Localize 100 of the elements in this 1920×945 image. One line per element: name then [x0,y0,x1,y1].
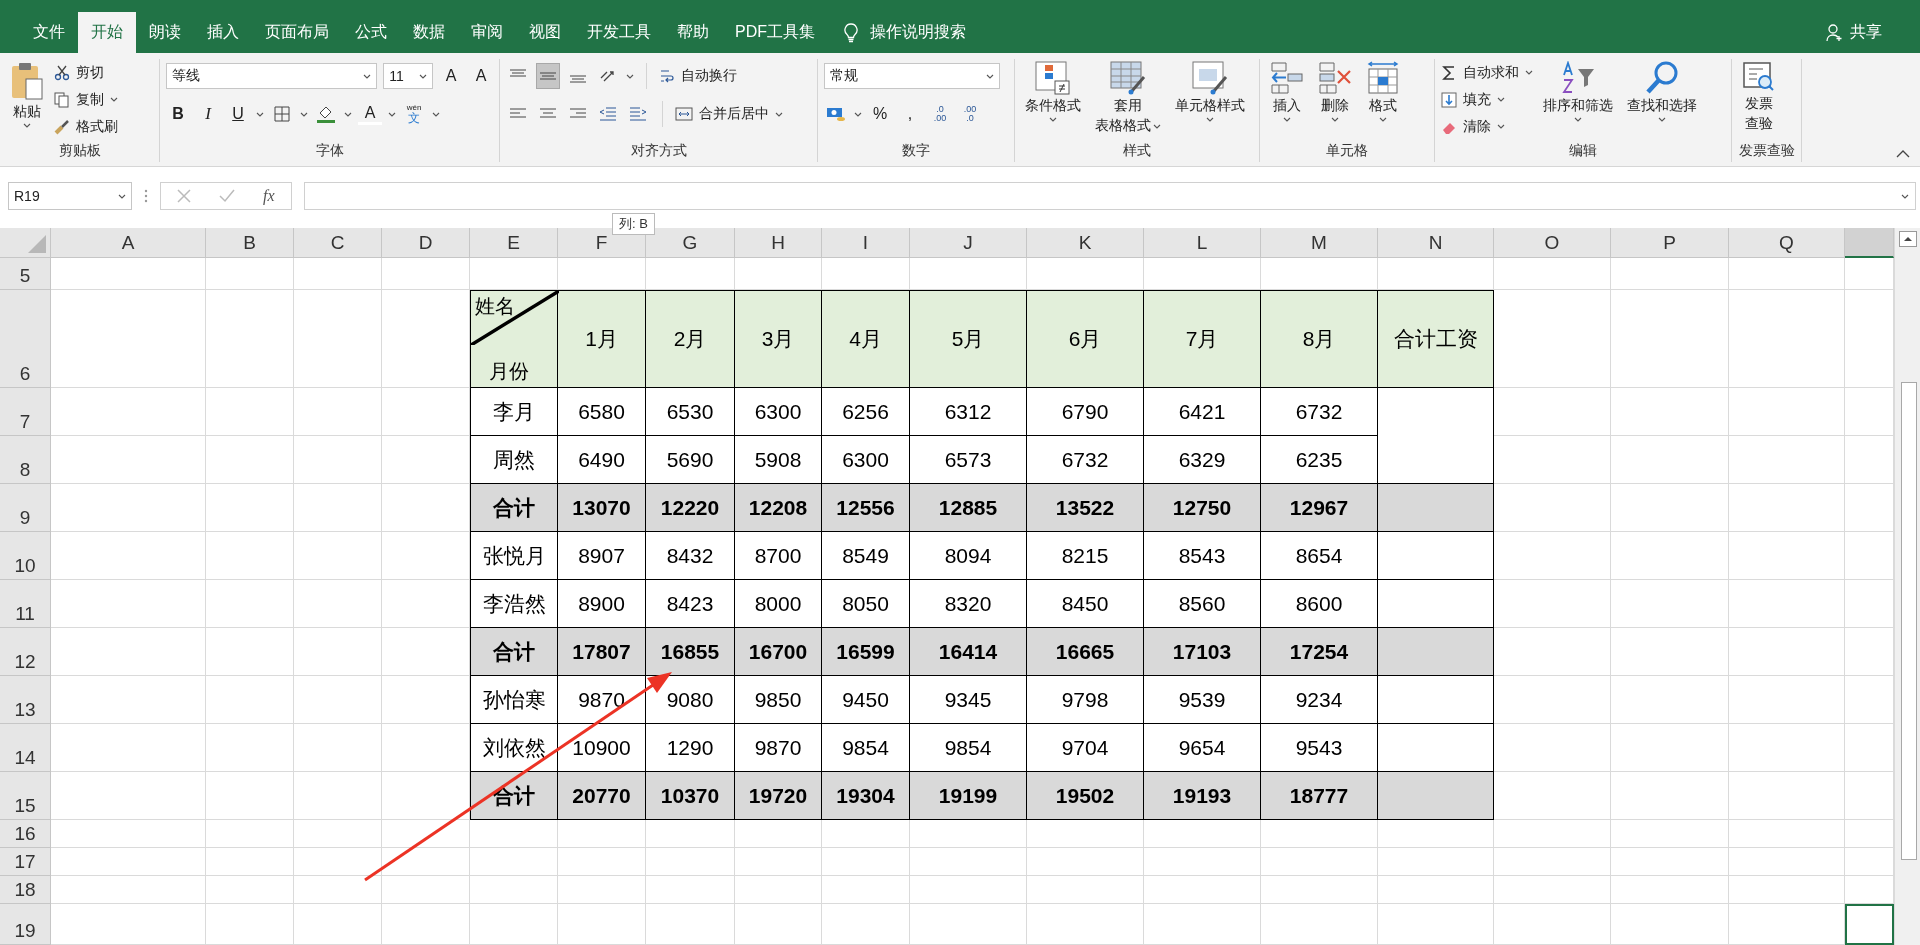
empty-cell[interactable] [206,436,294,484]
empty-cell[interactable] [1494,820,1611,848]
select-all-corner[interactable] [0,228,51,258]
empty-cell[interactable] [1729,676,1845,724]
row-header[interactable]: 8 [0,436,51,484]
row-header[interactable]: 14 [0,724,51,772]
row-header[interactable]: 19 [0,904,51,945]
wrap-text-button[interactable]: 自动换行 [659,64,737,88]
empty-cell[interactable] [1144,848,1261,876]
empty-cell[interactable] [910,848,1027,876]
row-header[interactable]: 11 [0,580,51,628]
enter-check-icon[interactable] [219,189,235,203]
underline-button[interactable]: U [226,101,250,127]
empty-cell[interactable] [558,876,646,904]
empty-cell[interactable] [1494,904,1611,945]
empty-cell[interactable] [1611,580,1729,628]
empty-cell[interactable] [294,724,382,772]
formula-input[interactable] [303,182,1916,210]
decrease-decimal-button[interactable]: .00 .0 [958,101,982,127]
row-header[interactable]: 17 [0,848,51,876]
merge-center-button[interactable]: 合并后居中 [675,102,783,126]
empty-cell[interactable] [1729,772,1845,820]
row-header[interactable]: 18 [0,876,51,904]
row-header[interactable]: 13 [0,676,51,724]
empty-cell[interactable] [1027,848,1144,876]
vertical-scrollbar[interactable] [1894,228,1920,945]
find-select-button[interactable]: 查找和选择 [1623,59,1701,124]
ribbon-tab[interactable]: 朗读 [136,12,194,53]
empty-cell[interactable] [1729,724,1845,772]
fill-button[interactable]: 填充 [1441,88,1533,111]
empty-cell[interactable] [206,628,294,676]
phonetic-button[interactable]: wén 文 [402,101,426,127]
copy-button[interactable]: 复制 [54,88,118,111]
empty-cell[interactable] [206,676,294,724]
row-header[interactable]: 5 [0,258,51,290]
empty-cell[interactable] [1729,876,1845,904]
empty-cell[interactable] [735,904,822,945]
empty-cell[interactable] [1611,904,1729,945]
empty-cell[interactable] [1611,290,1729,388]
empty-cell[interactable] [1611,484,1729,532]
empty-cell[interactable] [1144,904,1261,945]
empty-cell[interactable] [1611,772,1729,820]
empty-cell[interactable] [1027,904,1144,945]
empty-cell[interactable] [294,258,382,290]
empty-cell[interactable] [1729,628,1845,676]
invoice-check-button[interactable]: 发票 查验 [1738,59,1780,135]
empty-cell[interactable] [294,904,382,945]
format-cells-button[interactable]: 格式 [1362,59,1404,124]
empty-cell[interactable] [382,904,470,945]
empty-cell[interactable] [1611,436,1729,484]
row-header[interactable]: 6 [0,290,51,388]
ribbon-tab[interactable]: 文件 [20,12,78,53]
column-header[interactable]: G [646,228,735,258]
cell-styles-button[interactable]: 单元格样式 [1171,59,1249,124]
percent-button[interactable]: % [868,101,892,127]
empty-cell[interactable] [294,532,382,580]
empty-cell[interactable] [1611,532,1729,580]
column-header[interactable]: J [910,228,1027,258]
empty-cell[interactable] [1144,876,1261,904]
empty-cell[interactable] [558,904,646,945]
empty-cell[interactable] [1729,820,1845,848]
empty-cell[interactable] [206,904,294,945]
empty-cell[interactable] [910,876,1027,904]
empty-cell[interactable] [294,676,382,724]
scroll-up-icon[interactable] [1899,231,1917,247]
empty-cell[interactable] [1261,876,1378,904]
empty-cell[interactable] [206,580,294,628]
empty-cell[interactable] [206,484,294,532]
collapse-ribbon-icon[interactable] [1896,150,1910,158]
empty-cell[interactable] [1611,820,1729,848]
empty-cell[interactable] [646,904,735,945]
empty-cell[interactable] [1611,628,1729,676]
empty-cell[interactable] [294,876,382,904]
font-size-field[interactable]: 11 [383,63,433,89]
empty-cell[interactable] [1611,724,1729,772]
scrollbar-thumb[interactable] [1901,382,1917,860]
empty-cell[interactable] [735,876,822,904]
comma-style-button[interactable]: , [898,101,922,127]
format-as-table-button[interactable]: 套用 表格格式 [1091,59,1165,137]
empty-cell[interactable] [1378,904,1494,945]
column-header[interactable]: N [1378,228,1494,258]
empty-cell[interactable] [558,848,646,876]
empty-cell[interactable] [294,290,382,388]
ribbon-tab[interactable]: 审阅 [458,12,516,53]
font-name-field[interactable]: 等线 [166,63,378,89]
ribbon-tab[interactable]: PDF工具集 [722,12,828,53]
empty-cell[interactable] [470,848,558,876]
empty-cell[interactable] [1729,388,1845,436]
bold-button[interactable]: B [166,101,190,127]
empty-cell[interactable] [206,388,294,436]
ribbon-tab[interactable]: 数据 [400,12,458,53]
format-painter-button[interactable]: 格式刷 [54,115,118,138]
empty-cell[interactable] [1729,290,1845,388]
empty-cell[interactable] [382,820,470,848]
empty-cell[interactable] [382,876,470,904]
empty-cell[interactable] [294,628,382,676]
empty-cell[interactable] [206,848,294,876]
insert-cells-button[interactable]: 插入 [1266,59,1308,124]
empty-cell[interactable] [1494,876,1611,904]
empty-cell[interactable] [822,848,910,876]
